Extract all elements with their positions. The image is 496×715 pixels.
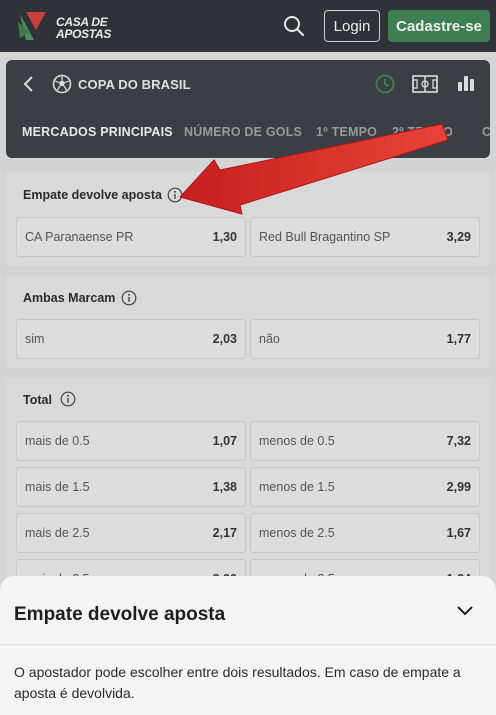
odd-label: sim <box>25 332 45 346</box>
odd-value: 1,38 <box>212 480 237 494</box>
odd-label: menos de 2.5 <box>259 526 335 540</box>
odd-label: menos de 1.5 <box>259 480 335 494</box>
odd-label: CA Paranaense PR <box>25 230 134 244</box>
competition-title: COPA DO BRASIL <box>78 77 191 92</box>
info-icon[interactable] <box>60 391 76 407</box>
login-button[interactable]: Login <box>324 10 380 42</box>
tab-overflow[interactable]: C <box>482 125 490 139</box>
match-header-card: COPA DO BRASIL MERCADOS PRINCIPAIS NÚMER… <box>6 60 490 158</box>
odd-button[interactable]: não 1,77 <box>250 319 480 359</box>
logo-text-line2: APOSTAS <box>56 27 112 41</box>
odd-value: 7,32 <box>446 434 471 448</box>
odd-button[interactable]: CA Paranaense PR 1,30 <box>16 217 246 257</box>
market-empate-devolve-aposta: Empate devolve aposta CA Paranaense PR 1… <box>6 172 490 266</box>
signup-button[interactable]: Cadastre-se <box>388 10 490 42</box>
odd-button[interactable]: Red Bull Bragantino SP 3,29 <box>250 217 480 257</box>
odd-button[interactable]: menos de 2.5 1,67 <box>250 513 480 553</box>
odd-button[interactable]: sim 2,03 <box>16 319 246 359</box>
market-tabs: MERCADOS PRINCIPAIS NÚMERO DE GOLS 1º TE… <box>6 122 490 146</box>
odd-value: 1,07 <box>212 434 237 448</box>
odd-button[interactable]: mais de 1.5 1,38 <box>16 467 246 507</box>
market-ambas-marcam: Ambas Marcam sim 2,03 não 1,77 <box>6 276 490 368</box>
odd-label: não <box>259 332 280 346</box>
odd-value: 2,17 <box>212 526 237 540</box>
odd-label: mais de 2.5 <box>25 526 90 540</box>
odd-value: 2,99 <box>446 480 471 494</box>
odd-label: mais de 1.5 <box>25 480 90 494</box>
market-title: Total <box>23 393 52 407</box>
info-icon[interactable] <box>121 290 137 306</box>
odd-button[interactable]: mais de 2.5 2,17 <box>16 513 246 553</box>
divider <box>0 644 496 645</box>
search-icon[interactable] <box>282 14 306 38</box>
tab-mercados-principais[interactable]: MERCADOS PRINCIPAIS <box>22 125 173 139</box>
chevron-down-icon[interactable] <box>456 604 474 618</box>
odd-button[interactable]: mais de 0.5 1,07 <box>16 421 246 461</box>
market-total: Total mais de 0.5 1,07 menos de 0.5 7,32… <box>6 378 490 599</box>
odd-button[interactable]: menos de 1.5 2,99 <box>250 467 480 507</box>
odd-value: 1,30 <box>212 230 237 244</box>
odd-value: 1,67 <box>446 526 471 540</box>
tab-2-tempo[interactable]: 2º TEMPO <box>392 125 453 139</box>
stats-bar-chart-icon[interactable] <box>456 73 476 93</box>
tab-numero-de-gols[interactable]: NÚMERO DE GOLS <box>184 125 302 139</box>
info-icon[interactable] <box>167 187 183 203</box>
soccer-ball-icon <box>52 74 72 94</box>
sheet-title: Empate devolve aposta <box>14 604 226 625</box>
odd-label: Red Bull Bragantino SP <box>259 230 391 244</box>
odd-value: 3,29 <box>446 230 471 244</box>
logo-triangle-icon <box>18 12 46 40</box>
sheet-description: O apostador pode escolher entre dois res… <box>14 664 461 701</box>
market-title: Empate devolve aposta <box>23 188 162 202</box>
odd-value: 2,03 <box>212 332 237 346</box>
back-arrow-icon[interactable] <box>22 74 36 94</box>
odd-value: 1,77 <box>446 332 471 346</box>
clock-icon[interactable] <box>374 73 396 95</box>
casa-de-apostas-logo[interactable]: CASA DE APOSTAS <box>16 10 112 44</box>
odd-label: mais de 0.5 <box>25 434 90 448</box>
info-bottom-sheet: Empate devolve aposta O apostador pode e… <box>0 576 496 715</box>
tab-1-tempo[interactable]: 1º TEMPO <box>316 125 377 139</box>
odd-button[interactable]: menos de 0.5 7,32 <box>250 421 480 461</box>
market-title: Ambas Marcam <box>23 291 116 305</box>
top-bar: CASA DE APOSTAS Login Cadastre-se <box>0 0 496 52</box>
odd-label: menos de 0.5 <box>259 434 335 448</box>
pitch-icon[interactable] <box>412 75 438 93</box>
